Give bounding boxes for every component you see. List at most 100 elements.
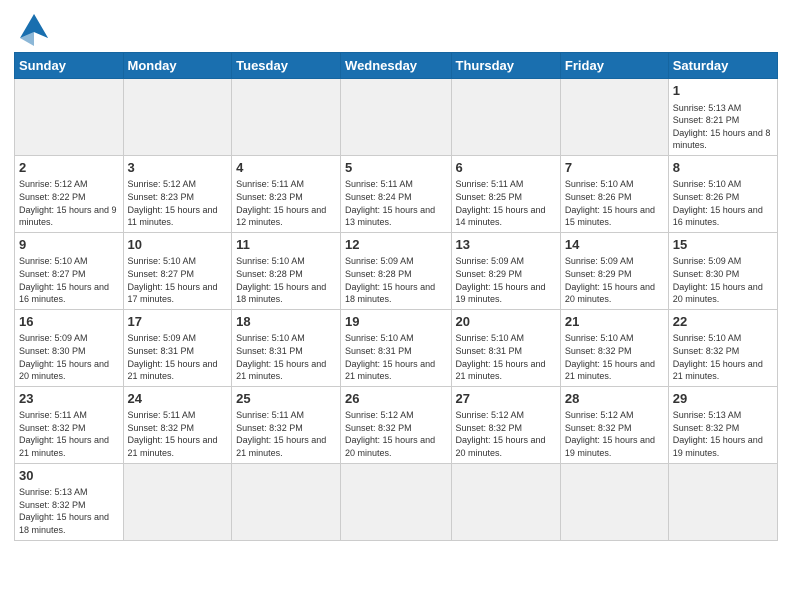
empty-cell bbox=[232, 79, 341, 156]
day-cell-25: 25Sunrise: 5:11 AMSunset: 8:32 PMDayligh… bbox=[232, 386, 341, 463]
day-number: 16 bbox=[19, 313, 119, 331]
empty-cell bbox=[232, 463, 341, 540]
empty-cell bbox=[668, 463, 777, 540]
day-info: Sunrise: 5:10 AMSunset: 8:31 PMDaylight:… bbox=[345, 332, 446, 382]
header-sunday: Sunday bbox=[15, 53, 124, 79]
header-wednesday: Wednesday bbox=[341, 53, 451, 79]
day-number: 3 bbox=[128, 159, 228, 177]
day-number: 2 bbox=[19, 159, 119, 177]
day-info: Sunrise: 5:10 AMSunset: 8:26 PMDaylight:… bbox=[673, 178, 773, 228]
day-info: Sunrise: 5:12 AMSunset: 8:32 PMDaylight:… bbox=[345, 409, 446, 459]
empty-cell bbox=[123, 79, 232, 156]
day-cell-4: 4Sunrise: 5:11 AMSunset: 8:23 PMDaylight… bbox=[232, 155, 341, 232]
day-number: 28 bbox=[565, 390, 664, 408]
day-info: Sunrise: 5:10 AMSunset: 8:31 PMDaylight:… bbox=[456, 332, 556, 382]
day-info: Sunrise: 5:10 AMSunset: 8:28 PMDaylight:… bbox=[236, 255, 336, 305]
day-number: 5 bbox=[345, 159, 446, 177]
day-cell-12: 12Sunrise: 5:09 AMSunset: 8:28 PMDayligh… bbox=[341, 232, 451, 309]
empty-cell bbox=[15, 79, 124, 156]
day-number: 13 bbox=[456, 236, 556, 254]
day-number: 30 bbox=[19, 467, 119, 485]
day-cell-17: 17Sunrise: 5:09 AMSunset: 8:31 PMDayligh… bbox=[123, 309, 232, 386]
day-number: 19 bbox=[345, 313, 446, 331]
day-info: Sunrise: 5:13 AMSunset: 8:21 PMDaylight:… bbox=[673, 102, 773, 152]
day-number: 23 bbox=[19, 390, 119, 408]
page: Sunday Monday Tuesday Wednesday Thursday… bbox=[0, 0, 792, 551]
empty-cell bbox=[560, 463, 668, 540]
empty-cell bbox=[451, 79, 560, 156]
day-info: Sunrise: 5:09 AMSunset: 8:30 PMDaylight:… bbox=[673, 255, 773, 305]
day-info: Sunrise: 5:10 AMSunset: 8:32 PMDaylight:… bbox=[673, 332, 773, 382]
day-number: 22 bbox=[673, 313, 773, 331]
day-number: 20 bbox=[456, 313, 556, 331]
day-cell-20: 20Sunrise: 5:10 AMSunset: 8:31 PMDayligh… bbox=[451, 309, 560, 386]
calendar-row: 16Sunrise: 5:09 AMSunset: 8:30 PMDayligh… bbox=[15, 309, 778, 386]
calendar-row: 9Sunrise: 5:10 AMSunset: 8:27 PMDaylight… bbox=[15, 232, 778, 309]
day-number: 1 bbox=[673, 82, 773, 100]
day-cell-22: 22Sunrise: 5:10 AMSunset: 8:32 PMDayligh… bbox=[668, 309, 777, 386]
calendar-row: 2Sunrise: 5:12 AMSunset: 8:22 PMDaylight… bbox=[15, 155, 778, 232]
day-cell-15: 15Sunrise: 5:09 AMSunset: 8:30 PMDayligh… bbox=[668, 232, 777, 309]
day-number: 15 bbox=[673, 236, 773, 254]
day-info: Sunrise: 5:12 AMSunset: 8:32 PMDaylight:… bbox=[565, 409, 664, 459]
day-info: Sunrise: 5:11 AMSunset: 8:24 PMDaylight:… bbox=[345, 178, 446, 228]
day-info: Sunrise: 5:09 AMSunset: 8:28 PMDaylight:… bbox=[345, 255, 446, 305]
header-tuesday: Tuesday bbox=[232, 53, 341, 79]
day-info: Sunrise: 5:10 AMSunset: 8:26 PMDaylight:… bbox=[565, 178, 664, 228]
day-number: 21 bbox=[565, 313, 664, 331]
day-number: 29 bbox=[673, 390, 773, 408]
weekday-header-row: Sunday Monday Tuesday Wednesday Thursday… bbox=[15, 53, 778, 79]
day-number: 11 bbox=[236, 236, 336, 254]
day-cell-3: 3Sunrise: 5:12 AMSunset: 8:23 PMDaylight… bbox=[123, 155, 232, 232]
day-cell-9: 9Sunrise: 5:10 AMSunset: 8:27 PMDaylight… bbox=[15, 232, 124, 309]
day-info: Sunrise: 5:11 AMSunset: 8:32 PMDaylight:… bbox=[128, 409, 228, 459]
day-cell-11: 11Sunrise: 5:10 AMSunset: 8:28 PMDayligh… bbox=[232, 232, 341, 309]
day-cell-26: 26Sunrise: 5:12 AMSunset: 8:32 PMDayligh… bbox=[341, 386, 451, 463]
empty-cell bbox=[341, 463, 451, 540]
day-number: 27 bbox=[456, 390, 556, 408]
day-number: 8 bbox=[673, 159, 773, 177]
empty-cell bbox=[451, 463, 560, 540]
day-cell-8: 8Sunrise: 5:10 AMSunset: 8:26 PMDaylight… bbox=[668, 155, 777, 232]
empty-cell bbox=[123, 463, 232, 540]
day-number: 25 bbox=[236, 390, 336, 408]
calendar-row: 30Sunrise: 5:13 AMSunset: 8:32 PMDayligh… bbox=[15, 463, 778, 540]
day-cell-24: 24Sunrise: 5:11 AMSunset: 8:32 PMDayligh… bbox=[123, 386, 232, 463]
day-info: Sunrise: 5:12 AMSunset: 8:23 PMDaylight:… bbox=[128, 178, 228, 228]
day-number: 10 bbox=[128, 236, 228, 254]
day-cell-23: 23Sunrise: 5:11 AMSunset: 8:32 PMDayligh… bbox=[15, 386, 124, 463]
day-info: Sunrise: 5:12 AMSunset: 8:22 PMDaylight:… bbox=[19, 178, 119, 228]
day-info: Sunrise: 5:12 AMSunset: 8:32 PMDaylight:… bbox=[456, 409, 556, 459]
header-monday: Monday bbox=[123, 53, 232, 79]
day-cell-10: 10Sunrise: 5:10 AMSunset: 8:27 PMDayligh… bbox=[123, 232, 232, 309]
day-number: 12 bbox=[345, 236, 446, 254]
header-saturday: Saturday bbox=[668, 53, 777, 79]
day-cell-27: 27Sunrise: 5:12 AMSunset: 8:32 PMDayligh… bbox=[451, 386, 560, 463]
day-cell-6: 6Sunrise: 5:11 AMSunset: 8:25 PMDaylight… bbox=[451, 155, 560, 232]
day-info: Sunrise: 5:11 AMSunset: 8:25 PMDaylight:… bbox=[456, 178, 556, 228]
logo-icon bbox=[16, 10, 52, 46]
empty-cell bbox=[341, 79, 451, 156]
day-cell-18: 18Sunrise: 5:10 AMSunset: 8:31 PMDayligh… bbox=[232, 309, 341, 386]
day-number: 26 bbox=[345, 390, 446, 408]
day-info: Sunrise: 5:13 AMSunset: 8:32 PMDaylight:… bbox=[673, 409, 773, 459]
day-cell-13: 13Sunrise: 5:09 AMSunset: 8:29 PMDayligh… bbox=[451, 232, 560, 309]
day-info: Sunrise: 5:09 AMSunset: 8:31 PMDaylight:… bbox=[128, 332, 228, 382]
day-cell-16: 16Sunrise: 5:09 AMSunset: 8:30 PMDayligh… bbox=[15, 309, 124, 386]
day-number: 17 bbox=[128, 313, 228, 331]
day-number: 9 bbox=[19, 236, 119, 254]
day-info: Sunrise: 5:10 AMSunset: 8:31 PMDaylight:… bbox=[236, 332, 336, 382]
header-thursday: Thursday bbox=[451, 53, 560, 79]
day-cell-2: 2Sunrise: 5:12 AMSunset: 8:22 PMDaylight… bbox=[15, 155, 124, 232]
day-cell-14: 14Sunrise: 5:09 AMSunset: 8:29 PMDayligh… bbox=[560, 232, 668, 309]
day-cell-5: 5Sunrise: 5:11 AMSunset: 8:24 PMDaylight… bbox=[341, 155, 451, 232]
day-number: 14 bbox=[565, 236, 664, 254]
day-number: 4 bbox=[236, 159, 336, 177]
empty-cell bbox=[560, 79, 668, 156]
day-info: Sunrise: 5:10 AMSunset: 8:32 PMDaylight:… bbox=[565, 332, 664, 382]
day-info: Sunrise: 5:10 AMSunset: 8:27 PMDaylight:… bbox=[19, 255, 119, 305]
day-info: Sunrise: 5:09 AMSunset: 8:29 PMDaylight:… bbox=[565, 255, 664, 305]
day-info: Sunrise: 5:11 AMSunset: 8:23 PMDaylight:… bbox=[236, 178, 336, 228]
calendar-row: 23 Sunrise: 5:11 AMSunset: 8:32 PMDayligh… bbox=[15, 386, 778, 463]
day-number: 6 bbox=[456, 159, 556, 177]
